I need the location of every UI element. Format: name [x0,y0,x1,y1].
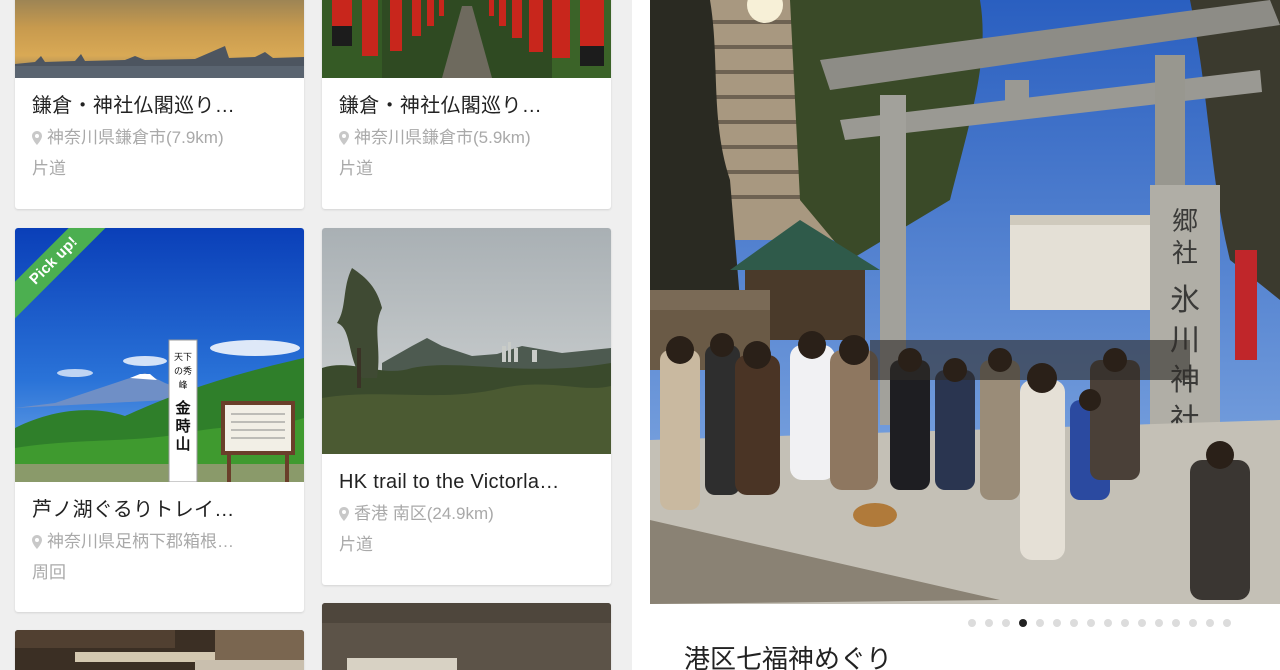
route-card[interactable]: HK trail to the Victorla… 香港 南区(24.9km) … [322,228,611,585]
route-card[interactable]: 鎌倉・神社仏閣巡り… 神奈川県鎌倉市(7.9km) 片道 [15,0,304,209]
location-pin-icon [339,507,349,521]
location-pin-icon [32,131,42,145]
route-type: 片道 [339,159,373,178]
route-location: 神奈川県足柄下郡箱根… [32,530,287,554]
carousel-dot[interactable] [1104,619,1112,627]
route-title: HK trail to the Victorla… [339,471,560,493]
detail-route-title: 港区七福神めぐり [684,644,893,670]
svg-text:金: 金 [174,399,191,417]
svg-text:山: 山 [175,435,190,453]
route-location-text: 神奈川県足柄下郡箱根… [47,532,234,551]
svg-text:天下: 天下 [174,353,192,363]
route-type: 片道 [339,535,373,554]
route-title: 鎌倉・神社仏閣巡り… [339,95,542,117]
route-card-featured[interactable]: 天下 の秀 峰 金 時 山 Pick up! 芦ノ湖ぐるりトレイ… 神奈川県足柄… [15,228,304,612]
svg-text:峰: 峰 [178,380,187,391]
route-location-text: 神奈川県鎌倉市(5.9km) [354,128,531,147]
screen: 鎌倉・神社仏閣巡り… 神奈川県鎌倉市(7.9km) 片道 鎌倉・神社仏閣巡り… … [0,0,1280,670]
detail-photo-carousel[interactable]: 郷 社 氷 川 神 社 [650,0,1280,604]
route-location: 香港 南区(24.9km) [339,502,594,526]
route-photo-partial [15,630,304,670]
route-type: 周回 [32,563,66,582]
carousel-dot[interactable] [1138,619,1146,627]
svg-text:社: 社 [1172,239,1198,269]
carousel-dot[interactable] [968,619,976,627]
route-location-text: 香港 南区(24.9km) [354,504,494,523]
route-location: 神奈川県鎌倉市(7.9km) [32,126,287,150]
carousel-dot[interactable] [1206,619,1214,627]
location-pin-icon [32,535,42,549]
svg-text:郷: 郷 [1172,207,1198,237]
route-title: 芦ノ湖ぐるりトレイ… [32,499,235,521]
route-photo-partial [322,603,611,670]
route-card[interactable]: 鎌倉・神社仏閣巡り… 神奈川県鎌倉市(5.9km) 片道 [322,0,611,209]
carousel-dot[interactable] [1087,619,1095,627]
carousel-dot[interactable] [1002,619,1010,627]
svg-text:の秀: の秀 [174,365,192,377]
carousel-dot[interactable] [1121,619,1129,627]
carousel-dot[interactable] [1053,619,1061,627]
svg-text:氷: 氷 [1170,283,1200,318]
route-photo-hk-view [322,228,611,454]
route-photo-mountain-monument: 天下 の秀 峰 金 時 山 Pick up! [15,228,304,482]
route-title: 鎌倉・神社仏閣巡り… [32,95,235,117]
carousel-dot-active[interactable] [1019,619,1027,627]
carousel-dot[interactable] [1036,619,1044,627]
route-location-text: 神奈川県鎌倉市(7.9km) [47,128,224,147]
location-pin-icon [339,131,349,145]
carousel-dot[interactable] [1155,619,1163,627]
route-location: 神奈川県鎌倉市(5.9km) [339,126,594,150]
svg-text:時: 時 [175,417,190,435]
route-type: 片道 [32,159,66,178]
carousel-dot[interactable] [1070,619,1078,627]
carousel-dot[interactable] [1172,619,1180,627]
carousel-dot[interactable] [1223,619,1231,627]
carousel-dot[interactable] [1189,619,1197,627]
route-photo-torii-gates [322,0,611,78]
route-grid[interactable]: 鎌倉・神社仏閣巡り… 神奈川県鎌倉市(7.9km) 片道 鎌倉・神社仏閣巡り… … [0,0,632,670]
route-detail-panel: 郷 社 氷 川 神 社 [632,0,1280,670]
route-photo-sunset-city [15,0,304,78]
route-card[interactable] [322,603,611,670]
carousel-dot[interactable] [985,619,993,627]
route-card[interactable] [15,630,304,670]
carousel-pagination[interactable] [632,619,1280,631]
